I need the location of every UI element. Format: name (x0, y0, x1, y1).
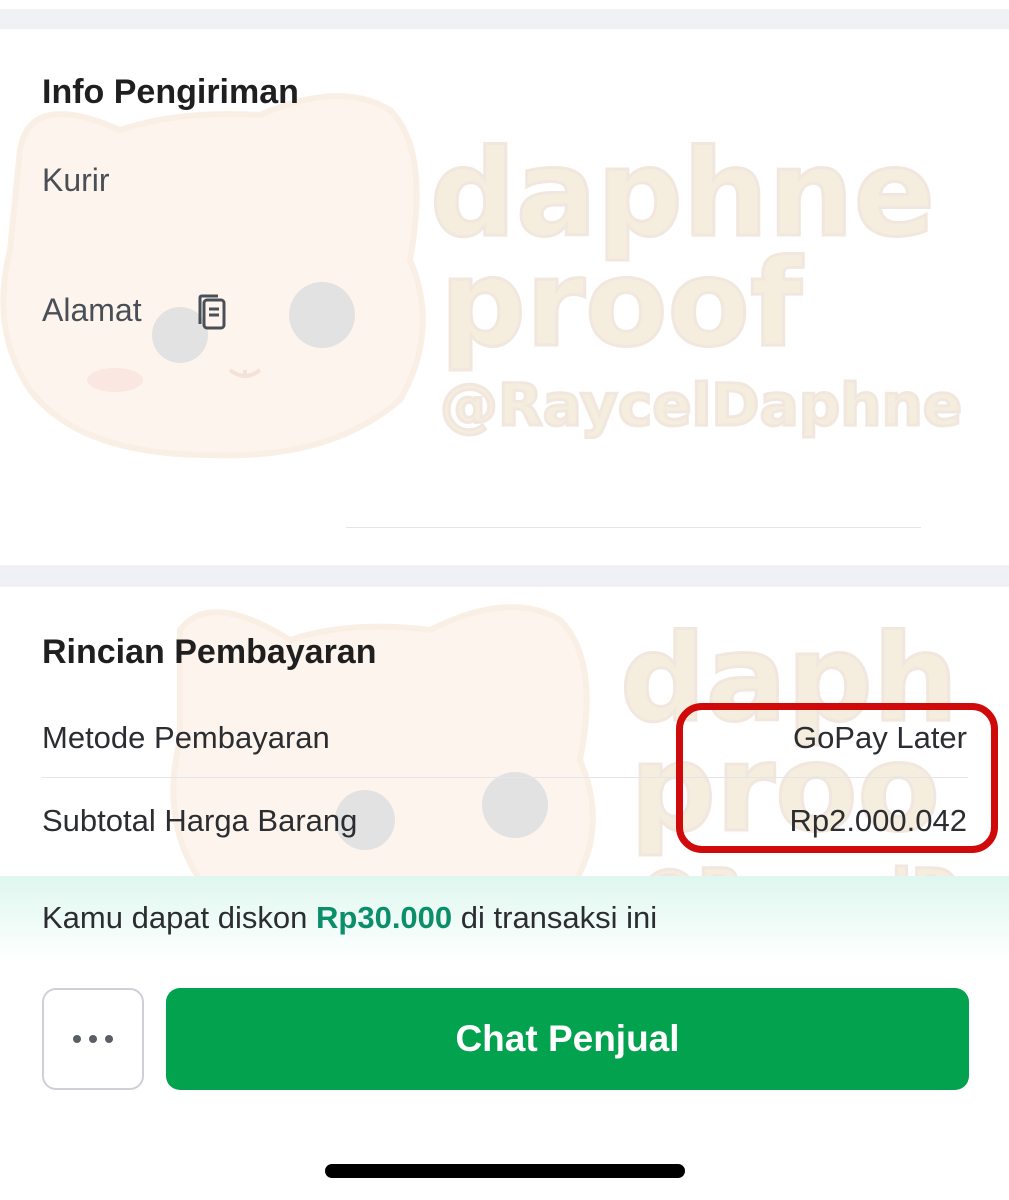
courier-label: Kurir (42, 162, 110, 198)
section-separator (0, 565, 1009, 587)
payment-method-label: Metode Pembayaran (42, 720, 330, 755)
highlight-annotation (676, 703, 998, 853)
shipping-divider (346, 527, 921, 528)
address-label: Alamat (42, 292, 142, 328)
chat-seller-button[interactable]: Chat Penjual (166, 988, 969, 1090)
home-indicator (325, 1164, 685, 1178)
svg-text:@RaycelDaphne: @RaycelDaphne (440, 371, 962, 439)
shipping-section-title: Info Pengiriman (42, 73, 299, 111)
more-horizontal-icon (73, 1035, 113, 1043)
svg-text:proof: proof (440, 235, 804, 374)
more-options-button[interactable] (42, 988, 144, 1090)
discount-prefix: Kamu dapat diskon (42, 900, 317, 935)
discount-suffix: di transaksi ini (452, 900, 658, 935)
copy-icon[interactable] (197, 294, 227, 330)
subtotal-label: Subtotal Harga Barang (42, 803, 358, 838)
discount-amount: Rp30.000 (316, 900, 453, 935)
watermark-cat-head (0, 93, 426, 459)
discount-text: Kamu dapat diskon Rp30.000 di transaksi … (42, 900, 657, 936)
svg-text:daphne: daphne (430, 125, 935, 264)
payment-section-title: Rincian Pembayaran (42, 633, 377, 671)
top-separator (0, 0, 1009, 30)
